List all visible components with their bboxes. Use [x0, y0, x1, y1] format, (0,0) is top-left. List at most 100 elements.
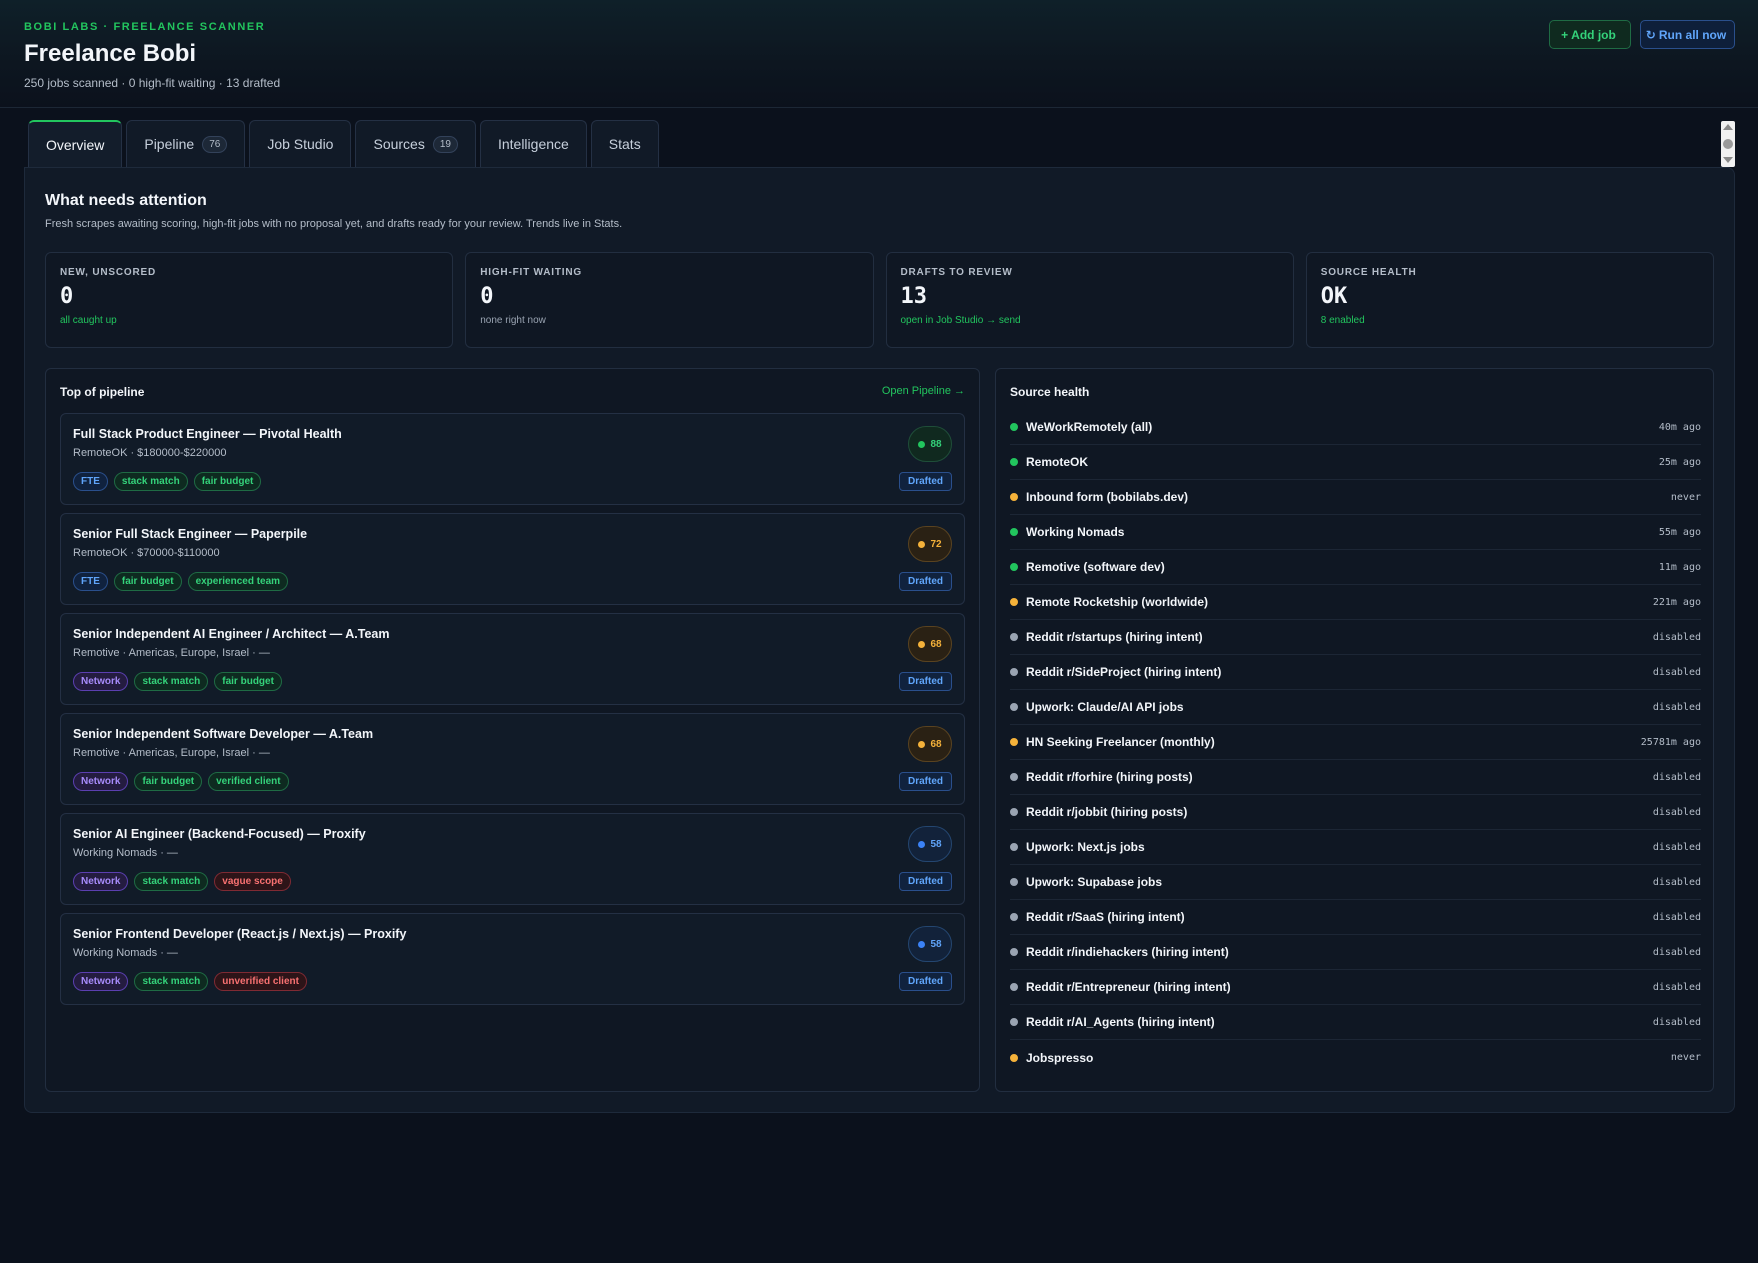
tab-stats[interactable]: Stats — [590, 120, 659, 167]
source-last-run: never — [1670, 491, 1701, 503]
source-last-run: disabled — [1652, 771, 1701, 783]
status-badge: Drafted — [898, 972, 952, 991]
source-row[interactable]: Inbound form (bobilabs.dev) never — [1010, 480, 1701, 515]
scrollbar[interactable] — [1721, 121, 1735, 167]
stat-note: 8 enabled — [1320, 315, 1365, 326]
job-tag: stack match — [134, 672, 209, 691]
source-last-run: disabled — [1652, 1016, 1701, 1028]
status-badge: Drafted — [898, 572, 952, 591]
tab-bar: Overview Pipeline 76 Job Studio Sources 19 Int… — [28, 120, 659, 167]
source-row[interactable]: Working Nomads 55m ago — [1010, 515, 1701, 550]
source-name: Reddit r/jobbit (hiring posts) — [1026, 805, 1188, 819]
job-meta: RemoteOK · $180000-$220000 — [73, 447, 227, 459]
source-row[interactable]: RemoteOK 25m ago — [1010, 445, 1701, 480]
status-dot-icon — [1010, 913, 1018, 921]
pipeline-title: Top of pipeline — [60, 385, 145, 399]
job-tags: Network stack match vague scope — [73, 872, 291, 891]
source-row[interactable]: Upwork: Next.js jobs disabled — [1010, 830, 1701, 865]
job-tag: fair budget — [134, 772, 203, 791]
score-value: 68 — [930, 738, 942, 750]
stat-label: DRAFTS TO REVIEW — [900, 267, 1013, 278]
source-last-run: disabled — [1652, 876, 1701, 888]
tab-overview[interactable]: Overview — [28, 120, 123, 167]
scroll-thumb[interactable] — [1723, 139, 1733, 149]
score-value: 58 — [930, 838, 942, 850]
open-pipeline-link[interactable]: Open Pipeline → — [882, 385, 965, 397]
source-row[interactable]: Upwork: Supabase jobs disabled — [1010, 865, 1701, 900]
source-row[interactable]: Reddit r/SaaS (hiring intent) disabled — [1010, 900, 1701, 935]
tab-label: Sources — [373, 136, 425, 152]
job-tag: vague scope — [214, 872, 291, 891]
add-job-label: Add job — [1571, 27, 1616, 42]
job-meta: Remotive · Americas, Europe, Israel · — — [73, 647, 270, 659]
attention-title: What needs attention — [45, 192, 207, 209]
job-title: Senior Independent AI Engineer / Archite… — [73, 627, 390, 641]
source-row[interactable]: Reddit r/Entrepreneur (hiring intent) dis… — [1010, 970, 1701, 1005]
stat-label: SOURCE HEALTH — [1320, 267, 1417, 278]
scroll-down-arrow-icon[interactable] — [1723, 157, 1733, 163]
source-row[interactable]: Remote Rocketship (worldwide) 221m ago — [1010, 585, 1701, 620]
tab-intelligence[interactable]: Intelligence — [479, 120, 587, 167]
source-name: Upwork: Claude/AI API jobs — [1026, 700, 1184, 714]
status-badge: Drafted — [898, 472, 952, 491]
job-tag: fair budget — [113, 572, 182, 591]
job-card[interactable]: Senior Full Stack Engineer — Paperpile Re… — [60, 513, 965, 605]
job-title: Senior Full Stack Engineer — Paperpile — [73, 527, 308, 541]
job-meta: Working Nomads · — — [73, 847, 178, 859]
source-row[interactable]: Reddit r/SideProject (hiring intent) disa… — [1010, 655, 1701, 690]
status-dot-icon — [1010, 528, 1018, 536]
source-row[interactable]: WeWorkRemotely (all) 40m ago — [1010, 410, 1701, 445]
tab-sources[interactable]: Sources 19 — [355, 120, 476, 167]
source-name: Upwork: Supabase jobs — [1026, 875, 1163, 889]
source-last-run: 25m ago — [1658, 456, 1701, 468]
source-row[interactable]: Reddit r/startups (hiring intent) disable… — [1010, 620, 1701, 655]
job-tag: stack match — [113, 472, 188, 491]
job-card[interactable]: Full Stack Product Engineer — Pivotal He… — [60, 413, 965, 505]
source-row[interactable]: Remotive (software dev) 11m ago — [1010, 550, 1701, 585]
status-dot-icon — [1010, 1053, 1018, 1062]
status-dot-icon — [1010, 598, 1018, 606]
source-row[interactable]: HN Seeking Freelancer (monthly) 25781m ag… — [1010, 725, 1701, 760]
source-name: Working Nomads — [1026, 525, 1125, 539]
status-dot-icon — [1010, 983, 1018, 991]
stat-card: HIGH-FIT WAITING 0 none right now — [465, 252, 874, 348]
job-card[interactable]: Senior AI Engineer (Backend-Focused) — P… — [60, 813, 965, 905]
source-row[interactable]: Reddit r/forhire (hiring posts) disabled — [1010, 760, 1701, 795]
source-name: Reddit r/startups (hiring intent) — [1026, 630, 1203, 644]
stat-cards: NEW, UNSCORED 0 all caught up HIGH-FIT WAIT… — [45, 252, 1714, 348]
tab-label: Pipeline — [144, 136, 195, 152]
status-badge: Drafted — [898, 772, 952, 791]
source-row[interactable]: Reddit r/AI_Agents (hiring intent) disabl… — [1010, 1005, 1701, 1040]
run-all-button[interactable]: ↻ Run all now — [1640, 20, 1735, 49]
source-last-run: disabled — [1652, 946, 1701, 958]
stat-note: none right now — [480, 315, 546, 326]
source-row[interactable]: Jobspresso never — [1010, 1040, 1701, 1075]
job-card[interactable]: Senior Independent AI Engineer / Archite… — [60, 613, 965, 705]
job-tag: stack match — [134, 972, 209, 991]
scroll-up-arrow-icon[interactable] — [1723, 124, 1733, 130]
tab-job-studio[interactable]: Job Studio — [249, 120, 352, 167]
status-dot-icon — [1010, 423, 1018, 431]
source-name: Reddit r/AI_Agents (hiring intent) — [1026, 1015, 1215, 1029]
source-last-run: disabled — [1652, 666, 1701, 678]
job-list: Full Stack Product Engineer — Pivotal He… — [60, 413, 965, 1013]
job-meta: RemoteOK · $70000-$110000 — [73, 547, 220, 559]
source-name: Remote Rocketship (worldwide) — [1026, 595, 1209, 609]
add-job-button[interactable]: + Add job — [1549, 20, 1631, 49]
stat-card: SOURCE HEALTH OK 8 enabled — [1305, 252, 1714, 348]
score-badge: 58 — [908, 926, 952, 962]
tab-count-badge: 19 — [432, 135, 458, 153]
score-dot-icon — [918, 640, 926, 648]
tab-pipeline[interactable]: Pipeline 76 — [126, 120, 246, 167]
source-row[interactable]: Upwork: Claude/AI API jobs disabled — [1010, 690, 1701, 725]
job-tag: unverified client — [214, 972, 307, 991]
tab-label: Intelligence — [497, 136, 569, 152]
page-subtitle: 250 jobs scanned · 0 high-fit waiting · … — [24, 76, 281, 90]
source-row[interactable]: Reddit r/indiehackers (hiring intent) dis… — [1010, 935, 1701, 970]
stat-label: HIGH-FIT WAITING — [480, 267, 582, 278]
job-card[interactable]: Senior Independent Software Developer — … — [60, 713, 965, 805]
source-last-run: disabled — [1652, 981, 1701, 993]
job-card[interactable]: Senior Frontend Developer (React.js / Ne… — [60, 913, 965, 1005]
job-tag: Network — [73, 972, 129, 991]
source-row[interactable]: Reddit r/jobbit (hiring posts) disabled — [1010, 795, 1701, 830]
